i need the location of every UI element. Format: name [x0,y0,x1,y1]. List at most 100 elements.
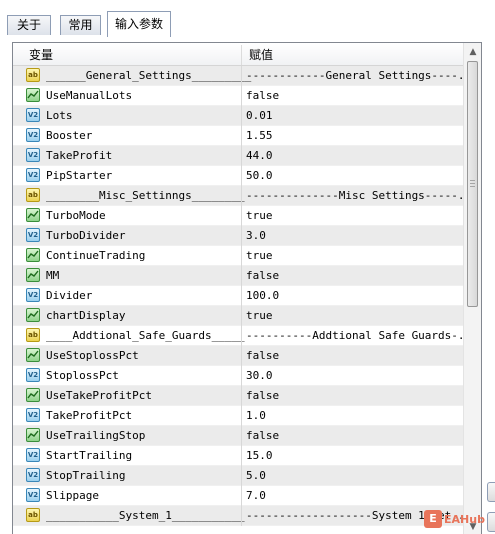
watermark: E EAHub [424,510,485,528]
parameter-row[interactable]: ContinueTrading true [13,246,463,266]
parameter-row[interactable]: V2 TakeProfitPct 1.0 [13,406,463,426]
parameter-name: Slippage [46,489,99,502]
parameter-value[interactable]: 50.0 [246,166,273,186]
parameter-value[interactable]: 44.0 [246,146,273,166]
parameter-row[interactable]: V2 StoplossPct 30.0 [13,366,463,386]
parameter-value[interactable]: 1.55 [246,126,273,146]
side-button[interactable] [487,482,495,502]
cell-divider [241,346,242,366]
parameter-value[interactable]: 15.0 [246,446,273,466]
parameter-name: ContinueTrading [46,249,146,262]
cell-divider [241,426,242,446]
value-icon: V2 [26,448,40,462]
parameter-value[interactable]: 5.0 [246,466,266,486]
icon-glyph: ab [28,191,38,199]
parameter-name: StartTrailing [46,449,133,462]
parameter-value[interactable]: false [246,86,279,106]
value-icon: V2 [26,108,40,122]
parameter-value[interactable]: 7.0 [246,486,266,506]
value-icon: V2 [26,288,40,302]
parameter-row[interactable]: V2 TakeProfit 44.0 [13,146,463,166]
cell-divider [241,206,242,226]
icon-glyph: V2 [27,451,39,459]
cell-divider [241,126,242,146]
parameter-row[interactable]: V2 Lots 0.01 [13,106,463,126]
cell-divider [241,366,242,386]
icon-glyph: V2 [27,411,39,419]
icon-glyph: V2 [27,111,39,119]
parameter-row[interactable]: ab ____Addtional_Safe_Guards_____ --------… [13,326,478,346]
parameter-value[interactable]: true [246,246,273,266]
icon-glyph: V2 [27,171,39,179]
parameter-value[interactable]: 0.01 [246,106,273,126]
icon-glyph: V2 [27,151,39,159]
parameter-row[interactable]: V2 Booster 1.55 [13,126,463,146]
icon-glyph: ab [28,71,38,79]
tab-inputs[interactable]: 输入参数 [107,11,171,37]
grid-header: 变量 赋值 [13,43,463,66]
parameter-row[interactable]: UseManualLots false [13,86,463,106]
parameter-name: UseTakeProfitPct [46,389,152,402]
parameter-value[interactable]: true [246,306,273,326]
column-divider[interactable] [241,45,242,65]
scrollbar-thumb[interactable] [467,61,478,307]
parameter-value[interactable]: false [246,346,279,366]
parameter-value[interactable]: ------------General Settings----... [246,66,478,86]
ab-icon: ab [26,508,40,522]
parameter-value[interactable]: 100.0 [246,286,279,306]
parameter-row[interactable]: MM false [13,266,463,286]
parameter-value[interactable]: ----------Addtional Safe Guards-... [246,326,478,346]
parameter-row[interactable]: V2 PipStarter 50.0 [13,166,463,186]
thumb-grip [470,180,475,181]
parameter-row[interactable]: V2 StopTrailing 5.0 [13,466,463,486]
parameter-row[interactable]: UseTrailingStop false [13,426,463,446]
parameter-row[interactable]: V2 Divider 100.0 [13,286,463,306]
parameter-name: TakeProfitPct [46,409,133,422]
parameter-name: ____Addtional_Safe_Guards_____ [46,329,245,342]
cell-divider [241,246,242,266]
parameter-row[interactable]: UseTakeProfitPct false [13,386,463,406]
parameter-row[interactable]: UseStoplossPct false [13,346,463,366]
cell-divider [241,406,242,426]
parameter-name: ________Misc_Settinngs________ [46,189,245,202]
side-button[interactable] [487,512,495,532]
thumb-grip [470,186,475,187]
boolean-icon [26,348,40,362]
parameter-value[interactable]: 30.0 [246,366,273,386]
parameter-row[interactable]: ab ___________System_1___________ --------… [13,506,471,526]
cell-divider [241,266,242,286]
cell-divider [241,306,242,326]
scroll-up-arrow-icon[interactable]: ▲ [464,43,481,60]
cell-divider [241,106,242,126]
thumb-grip [470,183,475,184]
parameter-row[interactable]: ab ________Misc_Settinngs________ --------… [13,186,478,206]
parameter-row[interactable]: TurboMode true [13,206,463,226]
parameter-value[interactable]: false [246,266,279,286]
parameter-value[interactable]: 3.0 [246,226,266,246]
vertical-scrollbar[interactable]: ▲ ▼ [463,43,481,534]
parameter-name: TurboDivider [46,229,126,242]
ab-icon: ab [26,328,40,342]
boolean-icon [26,428,40,442]
parameter-value[interactable]: false [246,426,279,446]
cell-divider [241,66,242,86]
parameter-value[interactable]: --------------Misc Settings-----... [246,186,478,206]
cell-divider [241,186,242,206]
column-header-value[interactable]: 赋值 [249,43,273,65]
boolean-icon [26,88,40,102]
parameter-row[interactable]: V2 Slippage 7.0 [13,486,463,506]
parameter-value[interactable]: false [246,386,279,406]
parameter-row[interactable]: ab ______General_Settings_________ -------… [13,66,478,86]
column-header-variable[interactable]: 变量 [29,43,53,65]
parameter-value[interactable]: true [246,206,273,226]
parameter-row[interactable]: chartDisplay true [13,306,463,326]
parameter-value[interactable]: 1.0 [246,406,266,426]
parameter-name: Lots [46,109,73,122]
icon-glyph: V2 [27,131,39,139]
value-icon: V2 [26,228,40,242]
value-icon: V2 [26,128,40,142]
tab-about[interactable]: 关于 [7,15,51,35]
tab-common[interactable]: 常用 [60,15,101,35]
parameter-row[interactable]: V2 TurboDivider 3.0 [13,226,463,246]
parameter-row[interactable]: V2 StartTrailing 15.0 [13,446,463,466]
